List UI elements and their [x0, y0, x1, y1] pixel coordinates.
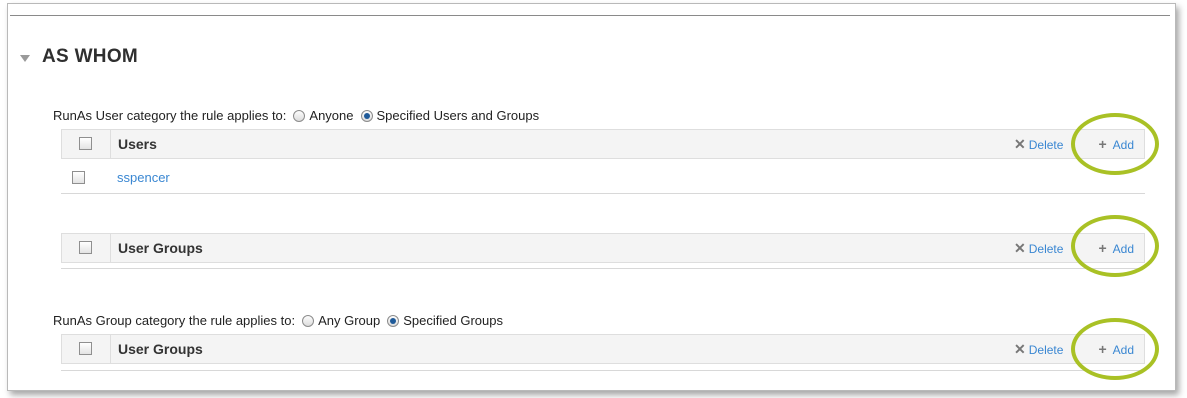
radio-anyone[interactable] [293, 110, 306, 122]
radio-specified-users-groups[interactable] [360, 110, 373, 122]
row-divider [61, 268, 1145, 269]
user-groups-select-all-cell [62, 234, 111, 262]
group-user-groups-select-all-checkbox[interactable] [79, 342, 92, 355]
users-table-title: Users [118, 136, 157, 152]
radio-specified-groups-label[interactable]: Specified Groups [403, 312, 503, 330]
users-delete-label: Delete [1028, 138, 1064, 152]
delete-x-icon: ✕ [1014, 240, 1026, 256]
add-highlight-ring [1071, 215, 1159, 277]
group-user-groups-delete-button[interactable]: ✕ Delete [1014, 335, 1076, 364]
radio-anyone-label[interactable]: Anyone [309, 107, 353, 125]
collapse-arrow-icon[interactable] [20, 55, 30, 62]
section-title[interactable]: AS WHOM [42, 46, 138, 68]
as-whom-panel [7, 3, 1176, 391]
add-highlight-ring [1071, 113, 1159, 175]
group-user-groups-table-title: User Groups [118, 341, 203, 357]
group-user-groups-table-header: User Groups ✕ Delete + Add [61, 334, 1145, 364]
row-divider [61, 193, 1145, 194]
runas-group-category: RunAs Group category the rule applies to… [53, 312, 503, 330]
divider [10, 15, 1170, 16]
user-groups-delete-button[interactable]: ✕ Delete [1014, 234, 1076, 263]
radio-any-group-label[interactable]: Any Group [318, 312, 380, 330]
runas-user-category: RunAs User category the rule applies to:… [53, 107, 539, 125]
radio-specified-groups[interactable] [387, 315, 400, 327]
add-highlight-ring [1071, 318, 1159, 380]
table-row: sspencer [61, 164, 1145, 192]
user-groups-table-title: User Groups [118, 240, 203, 256]
row-checkbox[interactable] [72, 171, 85, 184]
user-link-sspencer[interactable]: sspencer [117, 164, 170, 192]
radio-any-group[interactable] [302, 315, 315, 327]
users-select-all-checkbox[interactable] [79, 137, 92, 150]
radio-specified-users-groups-label[interactable]: Specified Users and Groups [377, 107, 540, 125]
row-divider [61, 370, 1145, 371]
group-user-groups-select-all-cell [62, 335, 111, 363]
runas-user-category-label: RunAs User category the rule applies to: [53, 108, 287, 123]
group-user-groups-delete-label: Delete [1028, 343, 1064, 357]
user-groups-select-all-checkbox[interactable] [79, 241, 92, 254]
delete-x-icon: ✕ [1014, 136, 1026, 152]
user-groups-table-header: User Groups ✕ Delete + Add [61, 233, 1145, 263]
runas-group-category-label: RunAs Group category the rule applies to… [53, 313, 296, 328]
user-groups-delete-label: Delete [1028, 242, 1064, 256]
delete-x-icon: ✕ [1014, 341, 1026, 357]
users-delete-button[interactable]: ✕ Delete [1014, 130, 1076, 159]
users-select-all-cell [62, 130, 111, 158]
users-table-header: Users ✕ Delete + Add [61, 129, 1145, 159]
